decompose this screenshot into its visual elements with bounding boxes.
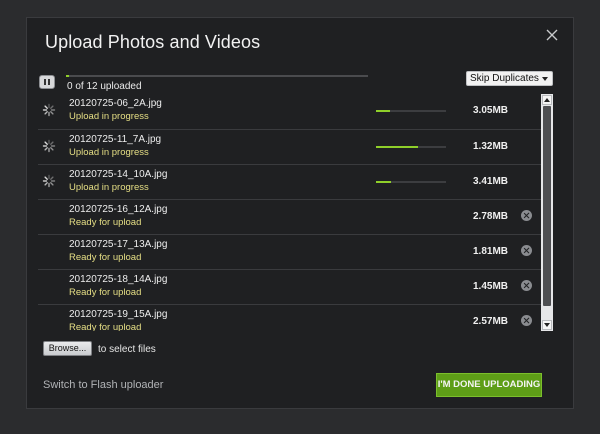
file-name: 20120725-06_2A.jpg — [69, 98, 162, 109]
spinner-icon — [42, 103, 56, 117]
file-name: 20120725-11_7A.jpg — [69, 134, 162, 145]
file-status: Ready for upload — [69, 287, 142, 298]
dialog-title: Upload Photos and Videos — [45, 32, 261, 52]
scroll-down-icon[interactable] — [542, 320, 552, 330]
file-progress-fill — [376, 181, 392, 183]
file-status: Ready for upload — [69, 217, 142, 228]
file-row: 20120725-19_15A.jpg Ready for upload 2.57M… — [38, 304, 541, 331]
file-status: Ready for upload — [69, 252, 142, 263]
file-name: 20120725-14_10A.jpg — [69, 169, 168, 180]
spinner-icon — [42, 174, 56, 188]
file-size: 3.05MB — [472, 105, 508, 116]
file-name: 20120725-19_15A.jpg — [69, 309, 168, 320]
file-name: 20120725-17_13A.jpg — [69, 239, 168, 250]
scrollbar[interactable] — [541, 94, 553, 331]
file-name: 20120725-16_12A.jpg — [69, 204, 168, 215]
file-size: 1.45MB — [472, 281, 508, 292]
browse-hint: to select files — [98, 344, 156, 355]
file-row: 20120725-18_14A.jpg Ready for upload 1.45M… — [38, 269, 541, 304]
spinner-icon — [42, 139, 56, 153]
file-row: 20120725-06_2A.jpg Upload in progress 3.05… — [38, 94, 541, 129]
remove-file-icon[interactable] — [521, 280, 532, 291]
overall-status: 0 of 12 uploaded — [67, 81, 142, 92]
close-icon[interactable] — [545, 28, 559, 42]
scroll-up-icon[interactable] — [542, 95, 552, 105]
file-progress-fill — [376, 110, 390, 112]
file-list: 20120725-06_2A.jpg Upload in progress 3.05… — [38, 94, 541, 331]
file-progress-bar — [376, 181, 446, 183]
file-row: 20120725-11_7A.jpg Upload in progress 1.32… — [38, 129, 541, 164]
browse-button[interactable]: Browse... — [43, 341, 92, 356]
file-size: 2.57MB — [472, 316, 508, 327]
overall-progress-fill — [66, 75, 70, 77]
remove-file-icon[interactable] — [521, 210, 532, 221]
caret-down-icon — [542, 77, 548, 81]
file-status: Upload in progress — [69, 182, 149, 193]
file-row: 20120725-17_13A.jpg Ready for upload 1.81M… — [38, 234, 541, 269]
pause-icon[interactable] — [39, 75, 55, 89]
upload-dialog: Upload Photos and Videos 0 of 12 uploade… — [26, 17, 574, 409]
remove-file-icon[interactable] — [521, 245, 532, 256]
file-status: Upload in progress — [69, 147, 149, 158]
scrollbar-thumb[interactable] — [543, 106, 551, 306]
switch-to-flash-link[interactable]: Switch to Flash uploader — [43, 379, 163, 391]
remove-file-icon[interactable] — [521, 315, 532, 326]
done-uploading-button[interactable]: I'M DONE UPLOADING — [436, 373, 542, 397]
file-size: 1.81MB — [472, 246, 508, 257]
file-row: 20120725-14_10A.jpg Upload in progress 3.4… — [38, 164, 541, 199]
file-progress-fill — [376, 146, 418, 148]
file-size: 1.32MB — [472, 141, 508, 152]
file-progress-bar — [376, 110, 446, 112]
file-status: Upload in progress — [69, 111, 149, 122]
overall-progress-bar — [66, 75, 368, 77]
skip-duplicates-select[interactable]: Skip Duplicates — [466, 71, 553, 86]
file-row: 20120725-16_12A.jpg Ready for upload 2.78M… — [38, 199, 541, 234]
file-progress-bar — [376, 146, 446, 148]
file-size: 2.78MB — [472, 211, 508, 222]
file-status: Ready for upload — [69, 322, 142, 331]
skip-select-label: Skip Duplicates — [470, 73, 539, 84]
file-name: 20120725-18_14A.jpg — [69, 274, 168, 285]
file-size: 3.41MB — [472, 176, 508, 187]
